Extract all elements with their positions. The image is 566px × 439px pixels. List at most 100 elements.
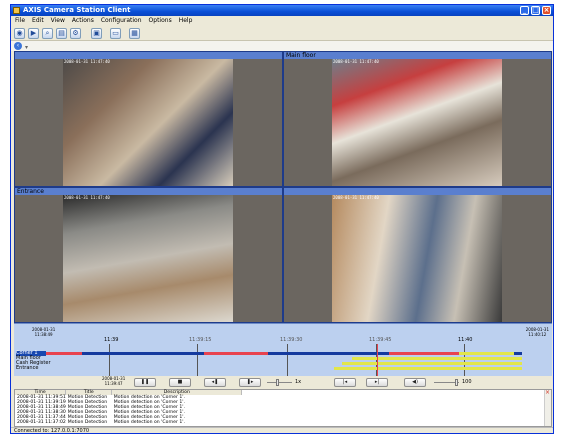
menu-help[interactable]: Help [179, 16, 193, 26]
playhead-marker[interactable] [377, 344, 378, 377]
timeline-tick: 11:40 [458, 337, 473, 343]
panel-title: Entrance [15, 188, 282, 195]
step-forward-icon: ❚▸ [246, 379, 254, 385]
recording-track[interactable] [44, 352, 522, 355]
timestamp-overlay: 2008-01-31 11:47:40 [64, 59, 110, 64]
timestamp-overlay: 2008-01-31 11:47:40 [333, 195, 379, 200]
volume-label: 100 [462, 379, 472, 385]
cursor-clock: 11:39:47 [104, 381, 123, 386]
menu-bar: File Edit View Actions Configuration Opt… [11, 16, 553, 26]
continuous-segment[interactable] [342, 362, 522, 365]
monitor-button[interactable]: ▭ [110, 28, 121, 39]
video-panel-main-floor[interactable]: Main floor 2008-01-31 11:47:40 [284, 52, 551, 186]
layout-icon: ▦ [131, 29, 138, 37]
close-button[interactable]: × [542, 6, 551, 15]
camera-feed[interactable]: 2008-01-31 11:47:40 [63, 195, 233, 322]
volume-slider-knob[interactable] [455, 379, 458, 386]
previous-event-icon: |◂ [342, 379, 348, 385]
pause-button[interactable]: ❚❚ [134, 378, 156, 387]
end-time: 11:40:12 [528, 332, 547, 337]
maximize-button[interactable]: □ [531, 6, 540, 15]
motion-segment[interactable] [46, 352, 82, 355]
menu-edit[interactable]: Edit [32, 16, 44, 26]
cursor-time: 2008-01-31 11:39:47 [102, 376, 125, 386]
panel-title: Main floor [284, 52, 551, 59]
video-grid: 2008-01-31 11:47:40 Main floor 2008-01-3… [14, 51, 552, 323]
recording-timeline[interactable]: 2008-01-31 11:38:49 2008-01-31 11:40:12 … [14, 323, 552, 377]
export-button[interactable]: ▤ [56, 28, 67, 39]
row-description: Motion detection on 'Corner 1'. [113, 420, 185, 425]
close-icon[interactable]: × [545, 390, 550, 396]
timeline-tick: 11:39:30 [280, 337, 303, 343]
continuous-segment[interactable] [334, 367, 522, 370]
video-panel-entrance[interactable]: Entrance 2008-01-31 11:47:40 [15, 188, 282, 322]
back-arrow-icon[interactable]: ‹ [14, 42, 22, 50]
motion-segment[interactable] [204, 352, 268, 355]
timeline-tick: 11:39:15 [189, 337, 212, 343]
toolbar: ◉ ▶ ⌕ ▤ ⚙ ▣ ▭ ▦ [11, 26, 553, 41]
panel-title [284, 188, 551, 195]
camera-feed[interactable]: 2008-01-31 11:47:40 [63, 59, 233, 186]
motion-segment[interactable] [389, 352, 459, 355]
pause-icon: ❚❚ [140, 379, 150, 385]
app-window: AXIS Camera Station Client _ □ × File Ed… [10, 4, 554, 434]
camera-feed[interactable]: 2008-01-31 11:47:40 [332, 195, 502, 322]
event-log-table: Time Title Description 2008-01-31 11:39:… [15, 390, 243, 425]
settings-button[interactable]: ⚙ [70, 28, 81, 39]
row-title: Motion Detection [67, 420, 108, 425]
camera-button[interactable]: ▣ [91, 28, 102, 39]
step-forward-button[interactable]: ❚▸ [239, 378, 261, 387]
step-back-icon: ◂❚ [211, 379, 219, 385]
navigation-row: ‹ ▾ [11, 41, 553, 51]
title-bar[interactable]: AXIS Camera Station Client _ □ × [11, 5, 553, 16]
timeline-row-label[interactable]: Entrance [16, 366, 38, 371]
playback-icon: ▶ [30, 29, 37, 37]
continuous-segment[interactable] [459, 352, 514, 355]
status-bar: Connected to: 127.0.0.1:7070 [11, 427, 553, 434]
search-button[interactable]: ⌕ [42, 28, 53, 39]
monitor-icon: ▭ [112, 29, 119, 37]
app-icon [13, 7, 20, 14]
event-log: Time Title Description 2008-01-31 11:39:… [14, 389, 552, 427]
export-icon: ▤ [58, 29, 65, 37]
camera-icon: ▣ [93, 29, 100, 37]
stop-icon: ■ [177, 379, 183, 385]
window-title: AXIS Camera Station Client [23, 6, 131, 14]
volume-slider[interactable] [434, 379, 459, 386]
layout-button[interactable]: ▦ [129, 28, 140, 39]
previous-event-button[interactable]: |◂ [334, 378, 356, 387]
timestamp-overlay: 2008-01-31 11:47:40 [64, 195, 110, 200]
stop-button[interactable]: ■ [169, 378, 191, 387]
connection-status: Connected to: 127.0.0.1:7070 [14, 428, 90, 434]
camera-feed[interactable]: 2008-01-31 11:47:40 [332, 59, 502, 186]
speed-slider-knob[interactable] [276, 379, 279, 386]
next-event-icon: ▸| [374, 379, 380, 385]
timeline-tick: 11:39:45 [369, 337, 392, 343]
speed-label: 1x [295, 379, 302, 385]
timestamp-overlay: 2008-01-31 11:47:40 [333, 59, 379, 64]
playback-button[interactable]: ▶ [28, 28, 39, 39]
search-icon: ⌕ [45, 29, 50, 37]
menu-actions[interactable]: Actions [72, 16, 94, 26]
video-panel-aisle[interactable]: 2008-01-31 11:47:40 [284, 188, 551, 322]
step-back-button[interactable]: ◂❚ [204, 378, 226, 387]
menu-configuration[interactable]: Configuration [101, 16, 142, 26]
menu-options[interactable]: Options [149, 16, 172, 26]
panel-title [15, 52, 282, 59]
table-row[interactable]: 2008-01-31 11:37:02 Motion Detection Motio… [15, 420, 242, 425]
speaker-icon: ◀) [412, 379, 418, 385]
dropdown-arrow-icon[interactable]: ▾ [25, 44, 28, 51]
timeline-row [14, 367, 552, 372]
row-time: 2008-01-31 11:37:02 [17, 420, 66, 425]
minimize-button[interactable]: _ [520, 6, 529, 15]
audio-button[interactable]: ◀) [404, 378, 426, 387]
settings-icon: ⚙ [72, 29, 79, 37]
speed-slider[interactable] [267, 379, 292, 386]
live-view-button[interactable]: ◉ [14, 28, 25, 39]
menu-view[interactable]: View [51, 16, 65, 26]
playback-controls: 2008-01-31 11:39:47 ❚❚ ■ ◂❚ ❚▸ 1x |◂ ▸| … [14, 376, 552, 389]
next-event-button[interactable]: ▸| [366, 378, 388, 387]
start-time: 11:38:49 [34, 332, 53, 337]
video-panel-corner[interactable]: 2008-01-31 11:47:40 [15, 52, 282, 186]
menu-file[interactable]: File [15, 16, 25, 26]
